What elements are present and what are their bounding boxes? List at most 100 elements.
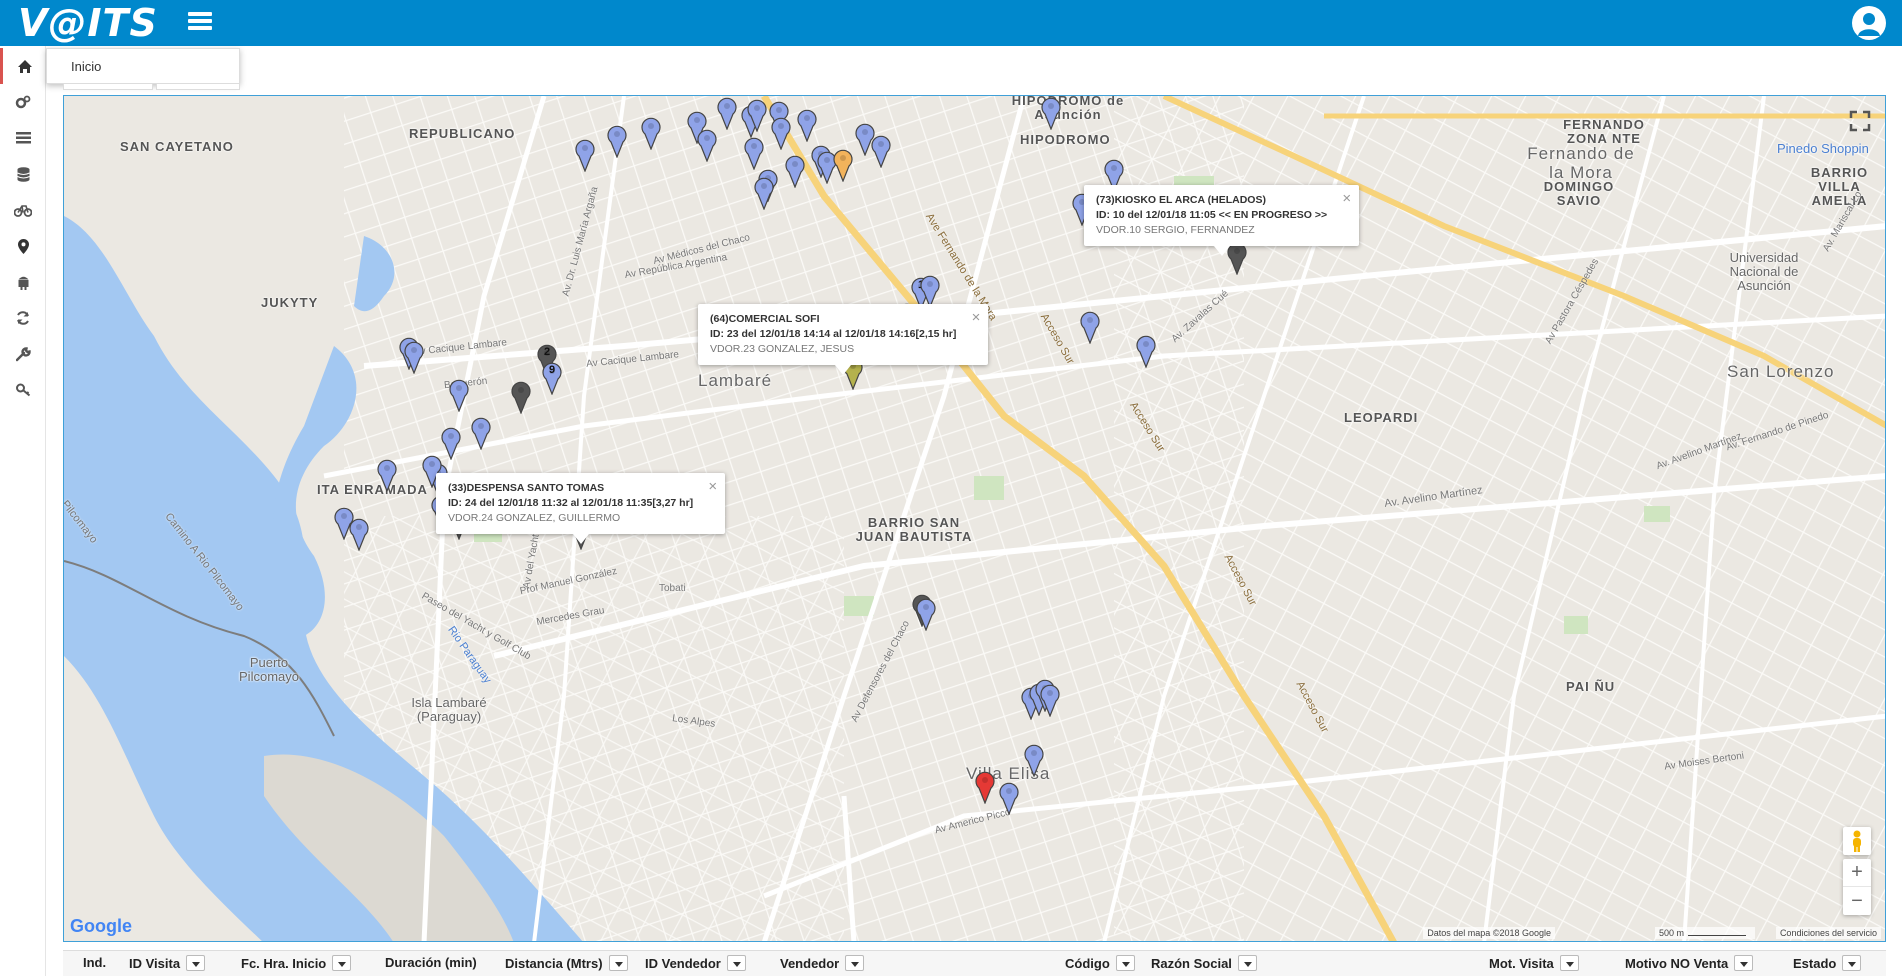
column-header[interactable]: Vendedor [780, 955, 865, 971]
column-header[interactable]: Razón Social [1151, 955, 1257, 971]
visit-marker-pin-icon[interactable] [696, 128, 718, 163]
menu-popup-inicio[interactable]: Inicio [46, 48, 240, 84]
visit-marker-pin-icon[interactable] [606, 124, 628, 159]
visit-marker-pin-icon[interactable] [640, 116, 662, 151]
visit-marker-pin-icon[interactable] [403, 340, 425, 375]
street-view-pegman-icon[interactable] [1843, 827, 1871, 855]
info-window-vendor: VDOR.23 GONZALEZ, JESUS [710, 343, 855, 355]
sidebar-config[interactable] [0, 84, 46, 120]
visit-marker-pin-icon[interactable]: 9 [541, 361, 563, 396]
column-header[interactable]: Distancia (Mtrs) [505, 955, 628, 971]
visit-marker-pin-icon[interactable] [440, 426, 462, 461]
column-header[interactable]: ID Visita [129, 955, 206, 971]
column-header[interactable]: Mot. Visita [1489, 955, 1579, 971]
user-avatar-icon[interactable] [1852, 6, 1886, 40]
visit-marker-pin-icon[interactable] [753, 176, 775, 211]
info-window[interactable]: (33)DESPENSA SANTO TOMAS ID: 24 del 12/0… [436, 473, 726, 544]
visit-marker-pin-icon[interactable] [1023, 743, 1045, 778]
sidebar-keys[interactable] [0, 372, 46, 408]
zoom-out-button[interactable]: − [1843, 887, 1871, 915]
column-header[interactable]: ID Vendedor [645, 955, 746, 971]
visit-marker-pin-icon[interactable] [784, 154, 806, 189]
place-label: Puerto Pilcomayo [239, 655, 299, 684]
column-dropdown-icon[interactable] [1734, 955, 1754, 971]
visit-marker-pin-icon[interactable] [746, 98, 768, 133]
column-dropdown-icon[interactable] [332, 955, 352, 971]
visit-marker-pin-icon[interactable] [470, 416, 492, 451]
column-header[interactable]: Código [1065, 955, 1135, 971]
map-scale: 500 m [1655, 927, 1755, 939]
visit-marker-pin-icon[interactable] [1040, 96, 1062, 131]
info-window[interactable]: (73)KIOSKO EL ARCA (HELADOS) ID: 10 del … [1084, 185, 1360, 256]
column-dropdown-icon[interactable] [186, 955, 206, 971]
column-dropdown-icon[interactable] [1237, 955, 1257, 971]
visit-marker-pin-icon[interactable] [832, 148, 854, 183]
column-header[interactable]: Motivo NO Venta [1625, 955, 1754, 971]
close-icon[interactable]: × [972, 310, 981, 325]
sidebar-tools[interactable] [0, 336, 46, 372]
fullscreen-icon[interactable] [1849, 110, 1871, 132]
terms-link[interactable]: Condiciones del servicio [1775, 927, 1881, 939]
visit-marker-pin-icon[interactable] [915, 597, 937, 632]
grid-header: Ind. ID Visita Fc. Hra. Inicio Duración … [63, 950, 1886, 976]
app-logo[interactable]: V@ITS [18, 2, 158, 44]
visit-marker-pin-icon[interactable] [974, 770, 996, 805]
place-label: SAN CAYETANO [120, 139, 234, 154]
visit-marker-pin-icon[interactable] [1135, 334, 1157, 369]
sidebar-map[interactable] [0, 228, 46, 264]
visit-marker-pin-icon[interactable] [743, 136, 765, 171]
list-icon [15, 132, 31, 144]
visit-marker-pin-icon[interactable] [348, 517, 370, 552]
info-window-vendor: VDOR.10 SERGIO, FERNANDEZ [1096, 224, 1255, 236]
visit-marker-pin-icon[interactable] [870, 134, 892, 169]
map-canvas[interactable]: REPUBLICANO SAN CAYETANO HIPODROMO de As… [63, 95, 1886, 942]
visit-marker-pin-icon[interactable] [574, 138, 596, 173]
place-label: JUKYTY [261, 295, 319, 310]
column-dropdown-icon[interactable] [726, 955, 746, 971]
place-label: Isla Lambaré (Paraguay) [411, 695, 487, 724]
column-dropdown-icon[interactable] [1115, 955, 1135, 971]
visit-marker-pin-icon[interactable] [998, 781, 1020, 816]
column-dropdown-icon[interactable] [1559, 955, 1579, 971]
pin-number-label: 9 [548, 364, 556, 376]
sidebar-bicycle[interactable] [0, 192, 46, 228]
visit-marker-pin-icon[interactable] [770, 116, 792, 151]
road-label: Tobati [659, 583, 686, 594]
google-logo: Google [70, 916, 132, 936]
visit-marker-pin-icon[interactable] [376, 458, 398, 493]
zoom-in-button[interactable]: + [1843, 859, 1871, 887]
visit-marker-pin-icon[interactable] [1079, 310, 1101, 345]
column-header[interactable]: Fc. Hra. Inicio [241, 955, 352, 971]
sidebar-home[interactable] [0, 48, 46, 84]
map-marker-icon [17, 238, 29, 254]
visit-marker-pin-icon[interactable] [716, 96, 738, 131]
visit-marker-pin-icon[interactable] [448, 378, 470, 413]
place-label: Fernando de la Mora [1527, 144, 1635, 182]
place-label: BARRIO SAN JUAN BAUTISTA [855, 515, 973, 544]
database-icon [16, 166, 30, 182]
column-dropdown-icon[interactable] [845, 955, 865, 971]
close-icon[interactable]: × [708, 479, 717, 494]
place-label: ITA ENRAMADA [317, 482, 428, 497]
column-dropdown-icon[interactable] [1842, 955, 1862, 971]
sidebar-lists[interactable] [0, 120, 46, 156]
menu-item-inicio[interactable]: Inicio [71, 59, 101, 74]
sidebar-database[interactable] [0, 156, 46, 192]
tab-stub [156, 84, 240, 90]
info-window-detail: ID: 24 del 12/01/18 11:32 al 12/01/18 11… [448, 497, 694, 509]
column-dropdown-icon[interactable] [608, 955, 628, 971]
sidebar-refresh[interactable] [0, 300, 46, 336]
sidebar-android[interactable] [0, 264, 46, 300]
info-window[interactable]: (64)COMERCIAL SOFI ID: 23 del 12/01/18 1… [698, 304, 989, 375]
visit-marker-pin-icon[interactable] [919, 274, 941, 309]
hamburger-menu-icon[interactable] [188, 12, 212, 32]
place-label: LEOPARDI [1344, 410, 1419, 425]
place-label: Lambaré [698, 371, 773, 390]
top-bar: V@ITS [0, 0, 1902, 46]
visit-marker-pin-icon[interactable] [796, 108, 818, 143]
visit-marker-pin-icon[interactable] [1039, 683, 1061, 718]
visit-marker-pin-icon[interactable] [510, 380, 532, 415]
close-icon[interactable]: × [1342, 191, 1351, 206]
zoom-control: + − [1843, 859, 1871, 915]
column-header[interactable]: Estado [1793, 955, 1862, 971]
